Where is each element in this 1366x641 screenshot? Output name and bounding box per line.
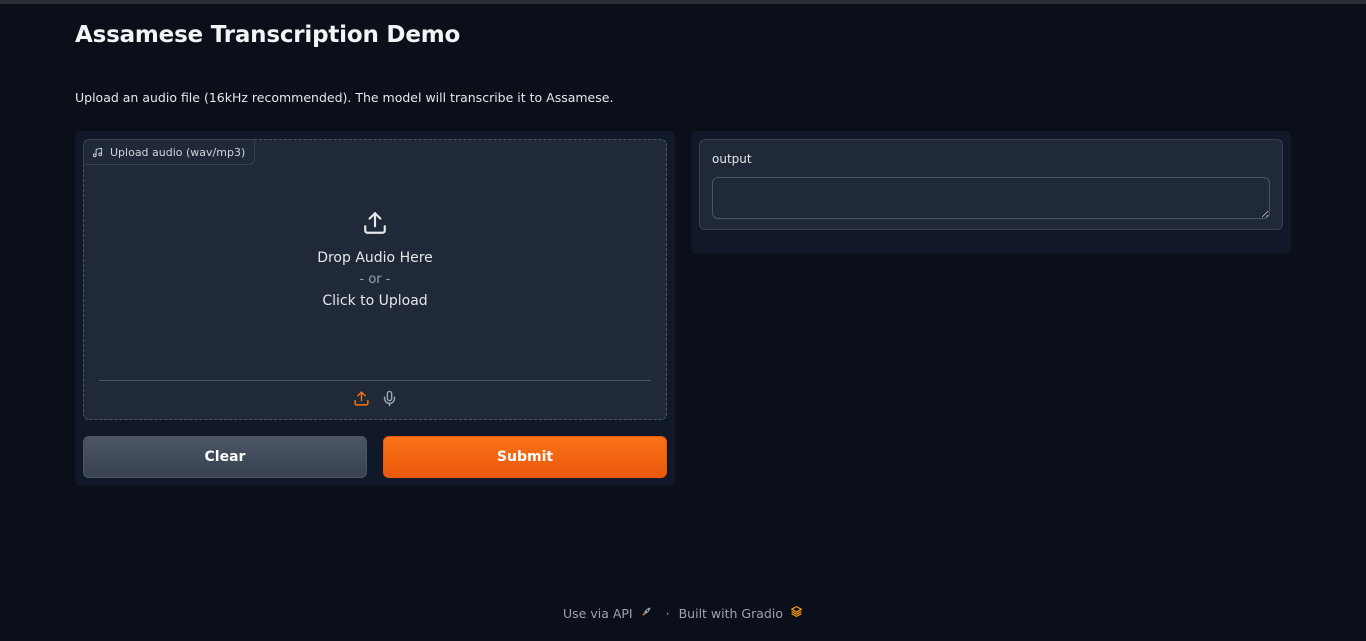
drop-area[interactable]: Drop Audio Here - or - Click to Upload (84, 210, 666, 309)
audio-upload-label-text: Upload audio (wav/mp3) (110, 145, 246, 159)
source-divider (99, 380, 651, 381)
audio-upload-label: Upload audio (wav/mp3) (83, 139, 256, 165)
page-description: Upload an audio file (16kHz recommended)… (75, 90, 614, 105)
output-block: output (699, 139, 1283, 230)
or-text: - or - (359, 272, 391, 287)
footer: Use via API · Built with Gradio (0, 605, 1366, 621)
upload-source-icon[interactable] (353, 390, 370, 411)
music-note-icon (92, 147, 103, 158)
use-via-api-label: Use via API (563, 605, 633, 621)
gradio-logo-icon (790, 605, 803, 621)
input-panel: Upload audio (wav/mp3) Drop Audio Here -… (75, 131, 675, 486)
clear-button[interactable]: Clear (83, 436, 367, 478)
output-label: output (712, 152, 752, 166)
upload-icon (362, 210, 388, 240)
output-panel: output (691, 131, 1291, 254)
drop-audio-text: Drop Audio Here (317, 250, 433, 266)
built-with-gradio-link[interactable]: Built with Gradio (679, 605, 803, 621)
built-with-gradio-label: Built with Gradio (678, 605, 783, 621)
output-textbox[interactable] (712, 177, 1270, 219)
click-to-upload-text[interactable]: Click to Upload (322, 293, 427, 309)
audio-upload-dropzone[interactable]: Upload audio (wav/mp3) Drop Audio Here -… (83, 139, 667, 420)
use-via-api-link[interactable]: Use via API (563, 606, 652, 621)
submit-button[interactable]: Submit (383, 436, 667, 478)
top-border (0, 0, 1366, 4)
page-title: Assamese Transcription Demo (75, 22, 461, 48)
footer-separator: · (665, 605, 670, 621)
source-selector (84, 390, 666, 411)
microphone-icon[interactable] (381, 390, 398, 411)
rocket-icon (640, 606, 652, 621)
